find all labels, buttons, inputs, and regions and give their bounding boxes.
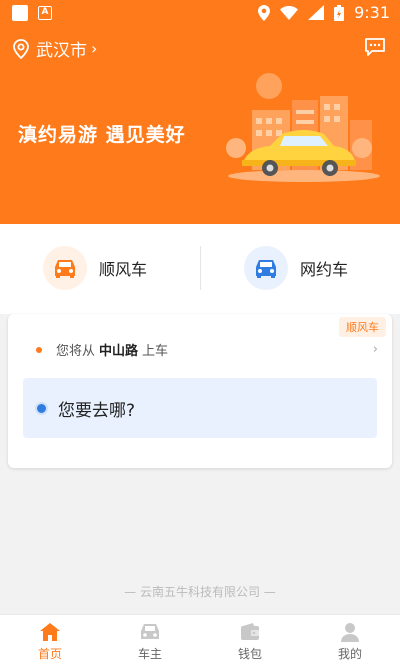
chevron-right-icon: › <box>91 39 98 58</box>
service-type-badge: 顺风车 <box>339 317 386 337</box>
pickup-place: 中山路 <box>99 344 139 359</box>
location-pin-icon <box>13 38 29 59</box>
wallet-icon <box>241 623 259 640</box>
pickup-dot-icon <box>36 346 42 353</box>
battery-icon <box>334 4 345 21</box>
header-banner: A 9:31 武汉市 › 滇约易游 遇见美好 <box>0 0 400 224</box>
status-bar: A 9:31 <box>0 0 400 26</box>
wifi-icon <box>280 5 299 20</box>
orange-car-icon <box>55 260 75 278</box>
chevron-right-icon: › <box>372 342 378 357</box>
city-selector[interactable]: 武汉市 › <box>12 36 97 61</box>
tab-wallet-label: 钱包 <box>237 647 262 661</box>
home-icon <box>40 623 60 641</box>
company-footer: — 云南五牛科技有限公司 — <box>124 585 276 599</box>
app-notification-icon: A <box>38 6 52 20</box>
pickup-prefix: 您将从 <box>56 344 96 359</box>
service-carpool[interactable]: 顺风车 <box>43 246 147 290</box>
slogan: 滇约易游 遇见美好 <box>18 124 186 146</box>
service-divider <box>200 246 201 290</box>
status-time: 9:31 <box>354 3 390 22</box>
tab-driver[interactable]: 车主 <box>100 615 200 666</box>
message-icon[interactable] <box>364 37 386 57</box>
pickup-row[interactable]: 您将从 中山路 上车 › <box>36 340 378 359</box>
carpool-label: 顺风车 <box>99 260 148 279</box>
destination-dot-icon <box>35 401 48 415</box>
tab-driver-label: 车主 <box>137 647 162 661</box>
tab-profile-label: 我的 <box>337 647 362 661</box>
user-icon <box>341 623 359 642</box>
city-name: 武汉市 <box>36 41 87 61</box>
trip-card: 顺风车 您将从 中山路 上车 › 您要去哪? <box>8 314 392 468</box>
ridehail-label: 网约车 <box>300 260 349 279</box>
tab-home[interactable]: 首页 <box>0 615 100 666</box>
signal-icon <box>308 5 325 20</box>
tab-home-label: 首页 <box>37 647 62 661</box>
city-car-illustration <box>226 73 380 182</box>
tab-wallet[interactable]: 钱包 <box>200 615 300 666</box>
pickup-suffix: 上车 <box>142 344 169 359</box>
blue-car-icon <box>256 260 276 278</box>
destination-placeholder: 您要去哪? <box>58 400 136 421</box>
service-selector: 顺风车 网约车 <box>0 224 400 314</box>
destination-input[interactable]: 您要去哪? <box>23 378 377 438</box>
notification-icon <box>12 5 28 21</box>
service-ridehail[interactable]: 网约车 <box>244 246 348 290</box>
location-status-icon <box>258 4 271 21</box>
bottom-nav: 首页 车主 钱包 我的 <box>0 614 400 666</box>
car-icon <box>141 624 159 639</box>
carpool-icon-circle <box>43 246 87 290</box>
tab-profile[interactable]: 我的 <box>300 615 400 666</box>
ridehail-icon-circle <box>244 246 288 290</box>
